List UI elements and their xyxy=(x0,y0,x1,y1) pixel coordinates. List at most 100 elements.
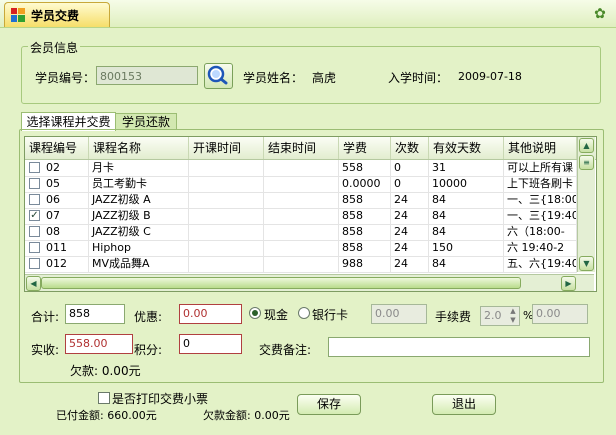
col-header-note[interactable]: 其他说明 xyxy=(504,137,577,159)
tab-repayment[interactable]: 学员还款 xyxy=(115,113,177,130)
horizontal-scrollbar[interactable]: ◀ ▶ xyxy=(25,274,594,291)
col-header-days[interactable]: 有效天数 xyxy=(429,137,504,159)
debt-amount-text: 欠款金额: 0.00元 xyxy=(203,409,290,422)
scroll-up-button[interactable]: ▲ xyxy=(579,138,594,153)
table-row[interactable]: 08 JAZZ初级 C 858 24 84 六（18:00- xyxy=(25,224,577,241)
cell-code-text: 06 xyxy=(46,193,60,206)
cell-fee: 858 xyxy=(339,240,391,256)
debt-text: 欠款: 0.00元 xyxy=(70,364,141,378)
cell-name: JAZZ初级 A xyxy=(89,192,189,208)
scroll-right-button[interactable]: ▶ xyxy=(561,276,576,291)
col-header-start[interactable]: 开课时间 xyxy=(189,137,264,159)
member-id-field[interactable]: 800153 xyxy=(96,66,198,85)
exit-button[interactable]: 退出 xyxy=(432,394,496,415)
window-title: 学员交费 xyxy=(31,9,80,23)
bank-card-radio[interactable] xyxy=(298,307,310,319)
col-header-times[interactable]: 次数 xyxy=(391,137,429,159)
cell-name: JAZZ初级 B xyxy=(89,208,189,224)
cell-end xyxy=(264,224,339,240)
cash-radio[interactable] xyxy=(249,307,261,319)
cell-note: 上下班各刷卡 xyxy=(504,176,577,192)
vertical-scrollbar[interactable]: ▲ ≡ ▼ xyxy=(577,137,595,272)
cell-name: Hiphop xyxy=(89,240,189,256)
scroll-down-button[interactable]: ▼ xyxy=(579,256,594,271)
cell-times: 24 xyxy=(391,240,429,256)
cell-code-text: 011 xyxy=(46,241,67,254)
close-icon[interactable]: ✿ xyxy=(592,6,608,22)
payment-window: 学员交费 ✿ 会员信息 学员编号： 800153 学员姓名： 高虎 入学时间： … xyxy=(0,0,616,435)
scroll-left-button[interactable]: ◀ xyxy=(26,276,41,291)
cell-end xyxy=(264,256,339,272)
total-field[interactable]: 858 xyxy=(65,304,125,324)
table-row[interactable]: 05 员工考勤卡 0.0000 0 10000 上下班各刷卡 xyxy=(25,176,577,193)
print-receipt-label: 是否打印交费小票 xyxy=(112,392,209,406)
scroll-thumb[interactable]: ≡ xyxy=(579,155,594,170)
row-checkbox[interactable] xyxy=(29,162,40,173)
cell-times: 24 xyxy=(391,256,429,272)
cell-end xyxy=(264,176,339,192)
search-button[interactable] xyxy=(204,63,233,89)
row-checkbox[interactable] xyxy=(29,242,40,253)
handling-fee-label: 手续费 xyxy=(435,310,472,324)
cell-note: 一、三{18:00 xyxy=(504,192,577,208)
cell-times: 24 xyxy=(391,208,429,224)
cell-name: 员工考勤卡 xyxy=(89,176,189,192)
row-checkbox[interactable] xyxy=(29,194,40,205)
table-row[interactable]: 02 月卡 558 0 31 可以上所有课 xyxy=(25,160,577,177)
cell-days: 84 xyxy=(429,208,504,224)
print-receipt-checkbox[interactable] xyxy=(98,392,110,404)
col-header-fee[interactable]: 学费 xyxy=(339,137,391,159)
cell-fee: 0.0000 xyxy=(339,176,391,192)
cell-name: 月卡 xyxy=(89,160,189,176)
grid-header: 课程编号 课程名称 开课时间 结束时间 学费 次数 有效天数 其他说明 xyxy=(25,137,596,160)
cell-fee: 558 xyxy=(339,160,391,176)
cell-note: 五、六{19:40 xyxy=(504,256,577,272)
horizontal-scroll-thumb[interactable] xyxy=(41,277,521,289)
spinner-arrows-icon[interactable]: ▲ ▼ xyxy=(507,307,519,325)
row-checkbox[interactable] xyxy=(29,178,40,189)
row-checkbox[interactable]: ✓ xyxy=(29,210,40,221)
col-header-code[interactable]: 课程编号 xyxy=(25,137,89,159)
cell-times: 24 xyxy=(391,192,429,208)
cell-code: 06 xyxy=(25,192,89,208)
col-header-name[interactable]: 课程名称 xyxy=(89,137,189,159)
cell-days: 31 xyxy=(429,160,504,176)
cell-start xyxy=(189,176,264,192)
search-icon xyxy=(207,65,228,85)
cash-label: 现金 xyxy=(264,308,289,322)
cell-fee: 858 xyxy=(339,224,391,240)
points-field[interactable]: 0 xyxy=(179,334,242,354)
handling-fee-amount-field[interactable]: 0.00 xyxy=(532,304,588,324)
remark-label: 交费备注: xyxy=(259,343,312,357)
col-header-end[interactable]: 结束时间 xyxy=(264,137,339,159)
table-row[interactable]: 012 MV成品舞A 988 24 84 五、六{19:40 xyxy=(25,256,577,273)
title-tab: 学员交费 xyxy=(4,2,110,27)
cell-code: 05 xyxy=(25,176,89,192)
table-row[interactable]: ✓ 07 JAZZ初级 B 858 24 84 一、三{19:40 xyxy=(25,208,577,225)
cell-code: 08 xyxy=(25,224,89,240)
table-row[interactable]: 06 JAZZ初级 A 858 24 84 一、三{18:00 xyxy=(25,192,577,209)
row-checkbox[interactable] xyxy=(29,226,40,237)
cell-end xyxy=(264,160,339,176)
enroll-date-label: 入学时间： xyxy=(388,71,449,85)
cell-days: 84 xyxy=(429,224,504,240)
bank-amount-field[interactable]: 0.00 xyxy=(371,304,427,324)
table-row[interactable]: 011 Hiphop 858 24 150 六 19:40-2 xyxy=(25,240,577,257)
cell-note: 六（18:00- xyxy=(504,224,577,240)
save-button[interactable]: 保存 xyxy=(297,394,361,415)
cell-start xyxy=(189,224,264,240)
cell-times: 0 xyxy=(391,160,429,176)
enroll-date-value: 2009-07-18 xyxy=(458,70,522,83)
cell-days: 84 xyxy=(429,256,504,272)
cell-code-text: 05 xyxy=(46,177,60,190)
cell-end xyxy=(264,240,339,256)
title-bar: 学员交费 ✿ xyxy=(0,0,616,28)
remark-field[interactable] xyxy=(328,337,590,357)
paid-field[interactable]: 558.00 xyxy=(65,334,133,354)
cell-name: MV成品舞A xyxy=(89,256,189,272)
bank-card-label: 银行卡 xyxy=(312,308,349,322)
cell-note: 一、三{19:40 xyxy=(504,208,577,224)
discount-field[interactable]: 0.00 xyxy=(179,304,242,324)
row-checkbox[interactable] xyxy=(29,258,40,269)
cell-fee: 858 xyxy=(339,208,391,224)
